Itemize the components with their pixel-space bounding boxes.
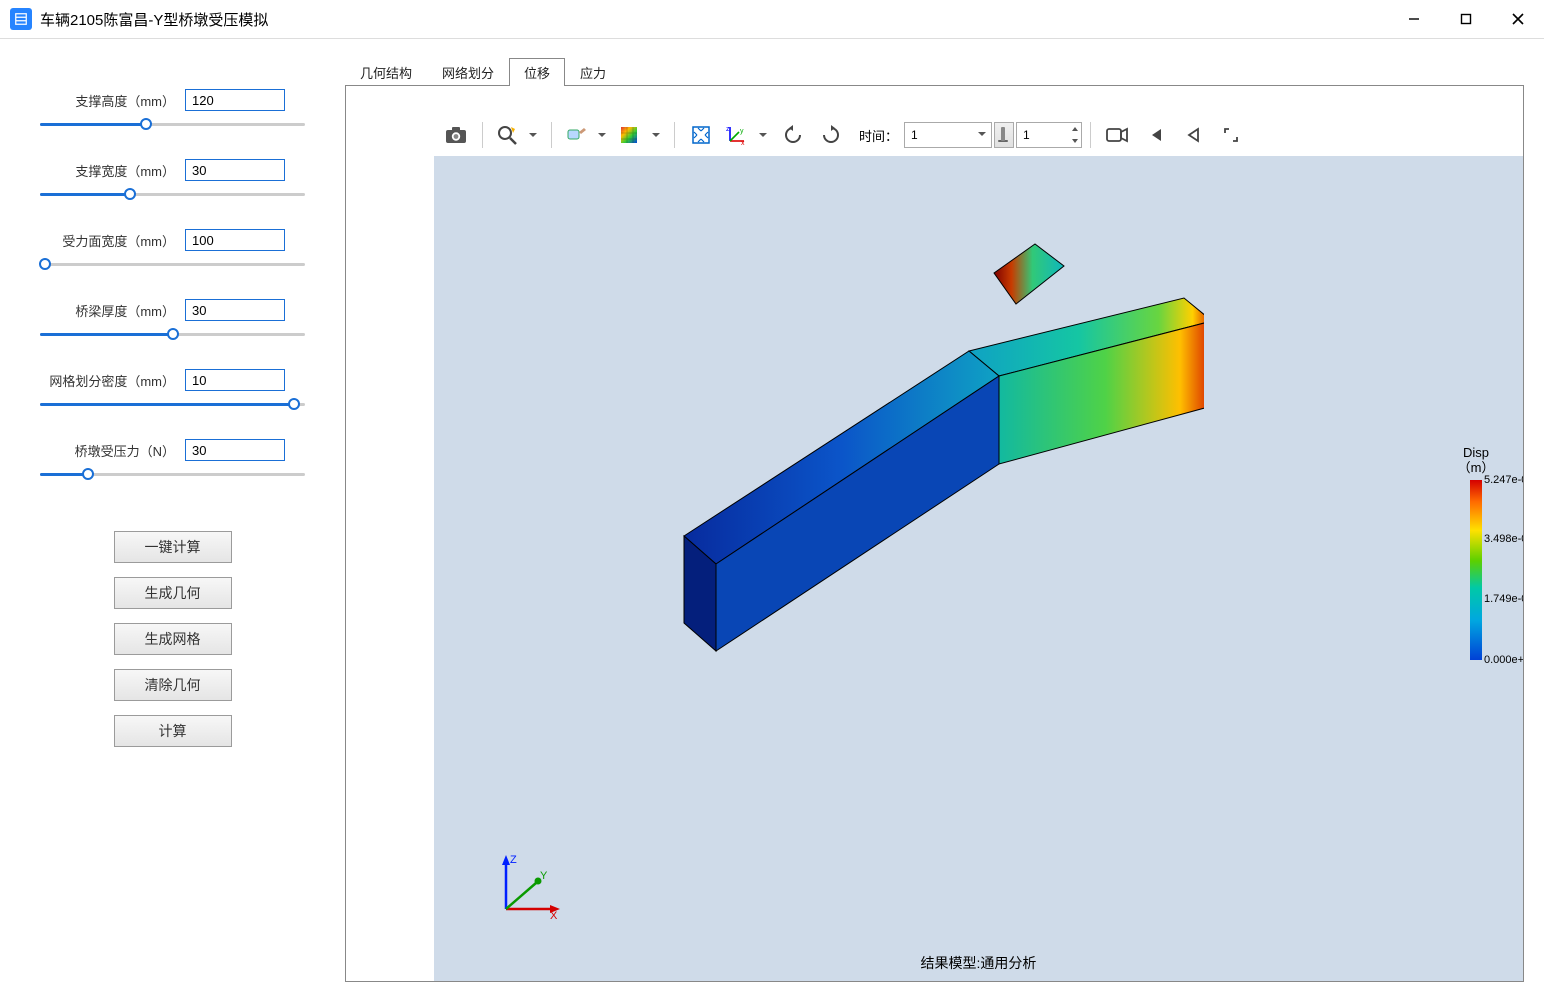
results-area: 几何结构网络划分位移应力 xyxy=(345,39,1544,1002)
axes-icon[interactable]: z yx xyxy=(721,118,773,152)
param-input[interactable] xyxy=(185,439,285,461)
close-button[interactable] xyxy=(1492,0,1544,38)
param-input[interactable] xyxy=(185,369,285,391)
legend-bar: 5.247e-073.498e-071.749e-070.000e+00 xyxy=(1470,480,1482,660)
param-slider[interactable] xyxy=(40,257,305,271)
param-label: 桥墩受压力（N） xyxy=(40,441,175,460)
param-slider[interactable] xyxy=(40,467,305,481)
svg-text:y: y xyxy=(740,128,744,135)
time-select[interactable]: 1 xyxy=(904,122,992,148)
plot-caption: 结果模型:通用分析 xyxy=(434,953,1523,973)
param-slider[interactable] xyxy=(40,117,305,131)
tabs: 几何结构网络划分位移应力 xyxy=(345,59,1524,85)
app-window: 车辆2105陈富昌-Y型桥墩受压模拟 支撑高度（mm） 支撑宽度（mm） 受力面宽度… xyxy=(0,0,1544,1001)
legend-title: Disp xyxy=(1463,445,1489,460)
param-input[interactable] xyxy=(185,89,285,111)
param-label: 受力面宽度（mm） xyxy=(40,231,175,250)
maximize-button[interactable] xyxy=(1440,0,1492,38)
legend-unit: （m） xyxy=(1458,460,1495,475)
color-legend: Disp （m） 5.247e-073.498e-071.749e-070.00… xyxy=(1437,446,1515,660)
svg-text:Y: Y xyxy=(540,870,548,882)
gen-mesh-button[interactable]: 生成网格 xyxy=(114,623,232,655)
rotate-cw-icon[interactable] xyxy=(813,118,849,152)
plot-panel: z yx 时间： 1 1 xyxy=(345,85,1524,982)
time-spin[interactable]: 1 xyxy=(1016,122,1082,148)
titlebar: 车辆2105陈富昌-Y型桥墩受压模拟 xyxy=(0,0,1544,39)
svg-text:x: x xyxy=(741,140,745,145)
calc-button[interactable]: 计算 xyxy=(114,715,232,747)
param-label: 支撑高度（mm） xyxy=(40,91,175,110)
paint-icon[interactable] xyxy=(560,118,612,152)
tab-2[interactable]: 位移 xyxy=(509,58,565,86)
time-slider[interactable] xyxy=(994,122,1014,148)
param-5: 桥墩受压力（N） xyxy=(40,439,305,481)
expand-icon[interactable] xyxy=(1213,118,1249,152)
model-3d xyxy=(584,226,1204,686)
fit-icon[interactable] xyxy=(683,118,719,152)
param-label: 桥梁厚度（mm） xyxy=(40,301,175,320)
param-slider[interactable] xyxy=(40,397,305,411)
clear-geom-button[interactable]: 清除几何 xyxy=(114,669,232,701)
app-icon xyxy=(10,8,32,30)
legend-tick: 3.498e-07 xyxy=(1484,533,1524,545)
time-label: 时间： xyxy=(859,126,898,145)
param-input[interactable] xyxy=(185,229,285,251)
plot-toolbar: z yx 时间： 1 1 xyxy=(434,116,1523,154)
param-2: 受力面宽度（mm） xyxy=(40,229,305,271)
orientation-axes-icon: Z Y X xyxy=(494,851,564,921)
action-buttons: 一键计算 生成几何 生成网格 清除几何 计算 xyxy=(40,531,305,747)
content: 支撑高度（mm） 支撑宽度（mm） 受力面宽度（mm） 桥梁厚度（mm） 网格划分密度（… xyxy=(0,39,1544,1002)
rotate-ccw-icon[interactable] xyxy=(775,118,811,152)
param-label: 网格划分密度（mm） xyxy=(40,371,175,390)
param-input[interactable] xyxy=(185,299,285,321)
prev-icon[interactable] xyxy=(1175,118,1211,152)
param-label: 支撑宽度（mm） xyxy=(40,161,175,180)
skip-start-icon[interactable] xyxy=(1137,118,1173,152)
camera-icon[interactable] xyxy=(438,118,474,152)
param-0: 支撑高度（mm） xyxy=(40,89,305,131)
plot-surface[interactable]: Z Y X Disp （m） 5.247e-073.498e-071.749e-… xyxy=(434,156,1523,981)
legend-tick: 5.247e-07 xyxy=(1484,474,1524,486)
tab-0[interactable]: 几何结构 xyxy=(345,58,427,86)
param-slider[interactable] xyxy=(40,187,305,201)
svg-text:z: z xyxy=(726,126,730,133)
svg-text:Z: Z xyxy=(510,854,517,866)
minimize-button[interactable] xyxy=(1388,0,1440,38)
window-title: 车辆2105陈富昌-Y型桥墩受压模拟 xyxy=(40,9,1388,30)
param-input[interactable] xyxy=(185,159,285,181)
legend-tick: 1.749e-07 xyxy=(1484,593,1524,605)
zoom-icon[interactable] xyxy=(491,118,543,152)
cube-icon[interactable] xyxy=(614,118,666,152)
param-4: 网格划分密度（mm） xyxy=(40,369,305,411)
param-3: 桥梁厚度（mm） xyxy=(40,299,305,341)
gen-geom-button[interactable]: 生成几何 xyxy=(114,577,232,609)
legend-tick: 0.000e+00 xyxy=(1484,654,1524,666)
parameters-panel: 支撑高度（mm） 支撑宽度（mm） 受力面宽度（mm） 桥梁厚度（mm） 网格划分密度（… xyxy=(0,39,345,1002)
svg-text:X: X xyxy=(550,910,558,921)
tab-1[interactable]: 网络划分 xyxy=(427,58,509,86)
tab-3[interactable]: 应力 xyxy=(565,58,621,86)
param-1: 支撑宽度（mm） xyxy=(40,159,305,201)
param-slider[interactable] xyxy=(40,327,305,341)
calc-all-button[interactable]: 一键计算 xyxy=(114,531,232,563)
video-icon[interactable] xyxy=(1099,118,1135,152)
